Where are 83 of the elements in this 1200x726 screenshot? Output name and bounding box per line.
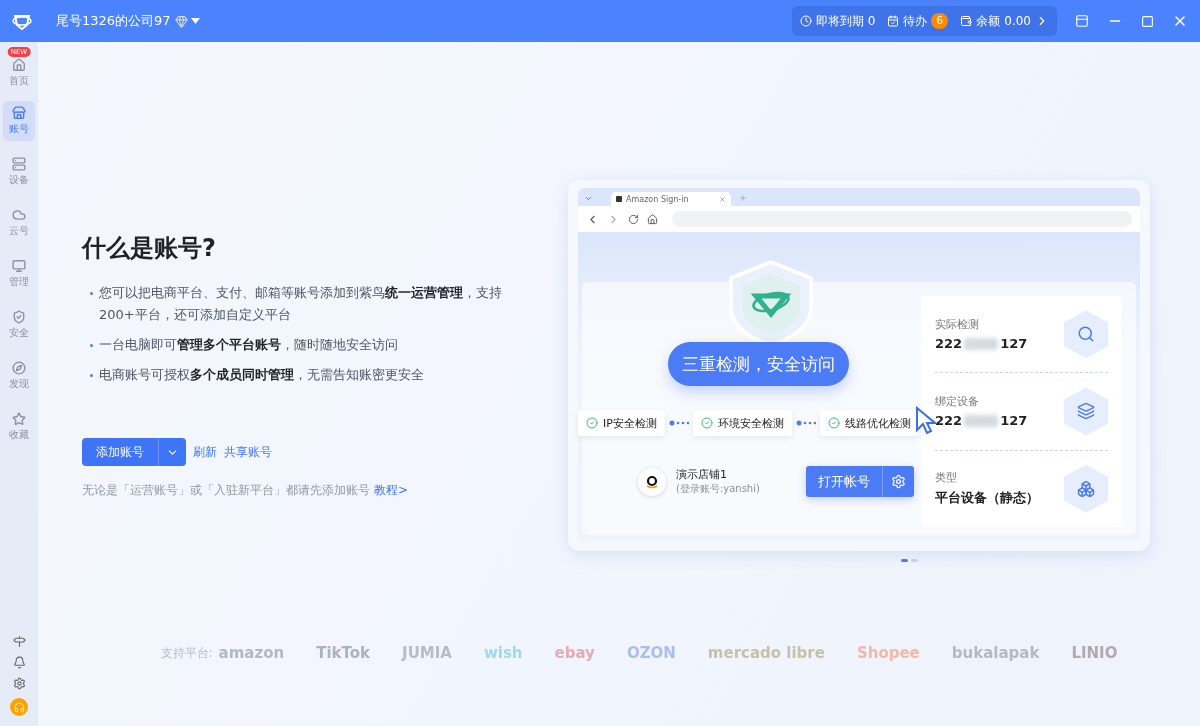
sidebar-item[interactable]: 云号: [3, 203, 35, 243]
settings-icon: [890, 474, 906, 489]
ip-start: 222: [935, 336, 963, 352]
dotted-connector: [795, 420, 816, 426]
platform-logo: Shopee: [856, 644, 920, 662]
sidebar-icon: [12, 157, 26, 171]
info-value: 平台设备（静态）: [935, 489, 1039, 508]
sidebar-item[interactable]: 设备: [3, 152, 35, 192]
platform-logo: mercado libre: [707, 644, 825, 662]
platform-logo: ebay: [554, 644, 595, 662]
blurred-text: [964, 337, 999, 350]
dotted-connector: [668, 420, 689, 426]
settings-icon[interactable]: [12, 677, 26, 690]
status-label[interactable]: 待办: [903, 12, 928, 30]
status-label[interactable]: 余额: [976, 12, 1001, 30]
link[interactable]: 刷新: [193, 443, 217, 461]
check-circle-icon: [586, 417, 598, 429]
platform-logo: JUMIA: [402, 644, 452, 662]
hint-text: 无论是「运营账号」或「入驻新平台」都请先添加账号: [82, 482, 370, 499]
company-name[interactable]: 尾号1326的公司97: [56, 12, 171, 30]
platform-logo: bukalapak: [951, 644, 1040, 662]
signpost-icon[interactable]: [12, 635, 26, 648]
ip-start: 222: [935, 413, 963, 429]
bullet-dot: [90, 292, 93, 295]
balance-icon: [960, 15, 973, 27]
chevron-down-icon: [584, 194, 593, 203]
sidebar-icon: [12, 106, 26, 120]
banner-text: 三重检测，安全访问: [668, 342, 849, 386]
sidebar-item[interactable]: 安全: [3, 305, 35, 345]
bullet-text: 一台电脑即可管理多个平台账号，随时随地安全访问: [99, 336, 398, 354]
sidebar-item[interactable]: 收藏: [3, 407, 35, 447]
platform-logo: OZON: [626, 644, 676, 662]
info-label: 实际检测: [935, 317, 980, 333]
sidebar-item[interactable]: 发现: [3, 356, 35, 396]
ip-end: 127: [1000, 413, 1028, 429]
blurred-text: [964, 415, 999, 427]
app-logo-icon: [12, 12, 32, 30]
check-circle-icon: [700, 417, 713, 429]
diamond-icon: [174, 14, 188, 28]
store-login: (登录账号:yanshi): [676, 482, 760, 496]
status-label[interactable]: 即将到期: [815, 12, 864, 30]
bullet-dot: [90, 374, 93, 377]
link[interactable]: 共享账号: [224, 443, 272, 461]
store-name: 演示店铺1: [676, 467, 728, 482]
check-label: IP安全检测: [603, 415, 657, 431]
favicon-icon: [616, 196, 622, 202]
maximize-icon[interactable]: [1141, 14, 1154, 28]
page-title: 什么是账号?: [82, 233, 217, 264]
info-label: 类型: [935, 470, 958, 486]
platform-logo: TikTok: [316, 644, 371, 662]
platform-logo: wish: [483, 644, 523, 662]
platform-logo: amazon: [218, 644, 285, 662]
status-value: 0: [867, 14, 876, 28]
bell-icon[interactable]: [12, 656, 26, 669]
count-badge: 6: [931, 13, 949, 29]
expire-icon: [799, 15, 812, 27]
reload-icon: [628, 213, 639, 225]
pin-window-icon[interactable]: [1075, 14, 1089, 28]
check-label: 环境安全检测: [717, 415, 784, 431]
bullet-dot: [90, 344, 93, 347]
plus-icon: [739, 194, 747, 202]
ip-end: 127: [1000, 336, 1028, 352]
store-logo-icon: [638, 467, 666, 496]
sidebar-item[interactable]: 管理: [3, 254, 35, 294]
info-label: 绑定设备: [935, 394, 980, 410]
tutorial-link[interactable]: 教程>: [374, 482, 409, 499]
sidebar-icon: [12, 361, 26, 375]
home-icon: [647, 213, 658, 225]
sidebar-item[interactable]: 账号: [3, 101, 35, 141]
sidebar-icon: [12, 259, 26, 273]
sidebar-icon: [12, 58, 26, 72]
close-icon: [719, 195, 726, 203]
status-value: 0.00: [1004, 14, 1031, 28]
todo-icon: [887, 15, 900, 27]
sidebar-icon: [12, 412, 26, 426]
check-label: 线路优化检测: [844, 415, 911, 431]
platform-logo: LINIO: [1071, 644, 1118, 662]
caret-icon[interactable]: [190, 18, 200, 24]
bullet-text: 您可以把电商平台、支付、邮箱等账号添加到紫鸟统一运营管理，支持200+平台，还可添加自定义平台: [99, 284, 503, 324]
check-circle-icon: [827, 417, 840, 429]
bullet-text: 电商账号可授权多个成员同时管理，无需告知账密更安全: [99, 366, 424, 384]
sidebar-icon: [12, 310, 26, 324]
sidebar-icon: [12, 208, 26, 222]
